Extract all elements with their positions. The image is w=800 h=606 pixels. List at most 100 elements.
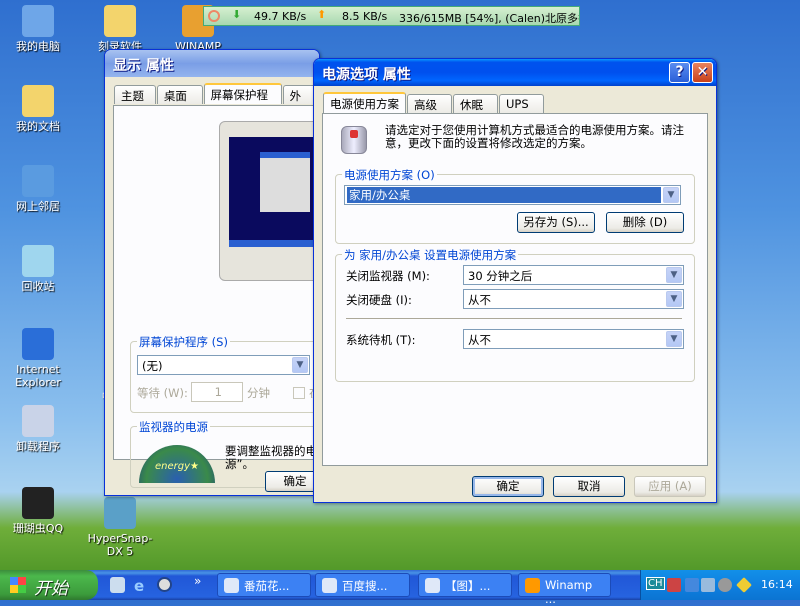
taskbar-item[interactable]: 【图】... (418, 573, 512, 597)
winamp-icon (525, 578, 540, 593)
display-properties-window: 显示 属性 主题 桌面 屏幕保护程序 外观 屏幕保护程序 (S) (无)▼ 等待… (104, 49, 330, 496)
windows-logo-icon (10, 577, 26, 593)
standby-label: 系统待机 (T): (346, 333, 416, 347)
desktop-icon-label: 网上邻居 (16, 200, 60, 213)
tab-theme[interactable]: 主题 (114, 85, 156, 104)
tab-advanced[interactable]: 高级 (407, 94, 452, 113)
screensaver-group-label: 屏幕保护程序 (S) (137, 334, 230, 350)
apply-button[interactable]: 应用 (A) (634, 476, 706, 497)
start-label: 开始 (34, 579, 68, 599)
monitor-power-group-label: 监视器的电源 (137, 419, 210, 435)
desktop-icon-label: HyperSnap-DX 5 (87, 532, 153, 558)
ie-icon[interactable]: e (134, 577, 144, 595)
desktop-icon-image (22, 487, 54, 519)
monitor-off-select[interactable]: 30 分钟之后 ▼ (463, 265, 684, 285)
download-speed: 49.7 KB/s (254, 10, 307, 23)
volume-icon[interactable] (718, 578, 732, 592)
close-button[interactable]: ✕ (692, 62, 713, 83)
desktop-icon-image (22, 405, 54, 437)
desktop-icon[interactable]: 卸载程序 (0, 405, 76, 453)
chevron-down-icon: ▼ (663, 187, 679, 203)
monitor-preview (219, 121, 319, 281)
network-monitor-bar[interactable]: ⬇ 49.7 KB/s ⬆ 8.5 KB/s 336/615MB [54%], … (203, 6, 580, 26)
tray-app-icon[interactable] (667, 578, 681, 592)
tray-warning-icon[interactable] (736, 577, 752, 593)
ime-indicator[interactable]: CH (646, 577, 665, 590)
system-tray: CH 16:14 (640, 570, 800, 600)
desktop-icon-image (22, 85, 54, 117)
settings-group-label: 为 家用/办公桌 设置电源使用方案 (342, 247, 519, 263)
tray-network-icon[interactable] (685, 578, 699, 592)
resume-checkbox[interactable] (293, 387, 305, 399)
tab-hibernate[interactable]: 休眠 (453, 94, 498, 113)
upload-speed: 8.5 KB/s (342, 10, 388, 23)
tab-ups[interactable]: UPS (499, 94, 544, 113)
desktop-icon[interactable]: 我的电脑 (0, 5, 76, 53)
screensaver-select[interactable]: (无) ▼ (137, 355, 310, 375)
title-bar[interactable]: 电源选项 属性 ? ✕ (314, 59, 716, 86)
taskbar: 开始 e » 番茄花... 百度搜... 【图】... Winamp ... C… (0, 570, 800, 606)
desktop-icon[interactable]: 网上邻居 (0, 165, 76, 213)
desktop-icon-label: 我的电脑 (16, 40, 60, 53)
help-button[interactable]: ? (669, 62, 690, 83)
standby-select[interactable]: 从不 ▼ (463, 329, 684, 349)
wait-stepper[interactable]: 1 (191, 382, 243, 402)
quicklaunch-more-button[interactable]: » (194, 574, 201, 588)
desktop-icon-label: 回收站 (21, 280, 55, 293)
monitor-power-text: 要调整监视器的电 源”。 (225, 445, 317, 471)
preview-window (260, 152, 310, 212)
cancel-button[interactable]: 取消 (553, 476, 625, 497)
divider (346, 318, 682, 319)
upload-arrow-icon: ⬆ (317, 8, 327, 21)
power-plug-icon (341, 126, 367, 154)
media-player-icon[interactable] (157, 577, 172, 592)
ie-icon (224, 578, 239, 593)
chevron-down-icon: ▼ (666, 291, 682, 307)
desktop-icon[interactable]: 我的文档 (0, 85, 76, 133)
chevron-down-icon: ▼ (666, 267, 682, 283)
window-title: 显示 属性 (113, 58, 174, 74)
preview-taskbar (229, 240, 319, 247)
save-as-button[interactable]: 另存为 (S)... (517, 212, 595, 233)
power-options-window: 电源选项 属性 ? ✕ 电源使用方案 高级 休眠 UPS 请选定对于您使用计算机… (313, 58, 717, 503)
memory-status: 336/615MB [54%], (Calen)北原多香子 (399, 12, 580, 25)
ie-icon (322, 578, 337, 593)
tab-desktop[interactable]: 桌面 (156, 85, 203, 104)
clock[interactable]: 16:14 (761, 578, 793, 591)
desktop-icon-image (104, 5, 136, 37)
taskbar-item[interactable]: Winamp ... (518, 573, 611, 606)
desktop-icon-image (104, 497, 136, 529)
taskbar-item[interactable]: 番茄花... (217, 573, 311, 597)
desktop-icon-image (22, 328, 54, 360)
tab-power-schemes[interactable]: 电源使用方案 (323, 92, 406, 113)
ie-icon (425, 578, 440, 593)
desktop-icon-label: 我的文档 (16, 120, 60, 133)
desktop-icon[interactable]: Internet Explorer (0, 328, 76, 389)
download-arrow-icon: ⬇ (232, 8, 242, 21)
desktop-icon[interactable]: 珊瑚虫QQ (0, 487, 76, 535)
wait-label: 等待 (W): (137, 386, 188, 400)
desktop-icon-label: 珊瑚虫QQ (12, 522, 64, 535)
start-button[interactable]: 开始 (0, 570, 98, 600)
ok-button[interactable]: 确定 (472, 476, 544, 497)
tab-screensaver[interactable]: 屏幕保护程序 (203, 83, 282, 118)
desktop-icon-image (22, 5, 54, 37)
show-desktop-icon[interactable] (110, 577, 125, 593)
power-scheme-select[interactable]: 家用/办公桌 ▼ (344, 185, 681, 205)
energy-star-logo: energy★ (139, 445, 215, 483)
hard-disk-off-select[interactable]: 从不 ▼ (463, 289, 684, 309)
desktop-icon[interactable]: 回收站 (0, 245, 76, 293)
delete-button[interactable]: 删除 (D) (606, 212, 684, 233)
title-bar[interactable]: 显示 属性 (105, 50, 319, 77)
taskbar-item[interactable]: 百度搜... (315, 573, 410, 597)
desktop-icon-image (22, 165, 54, 197)
desktop-icon-label: Internet Explorer (15, 363, 61, 389)
desktop-icon[interactable]: 刻录软件 (82, 5, 158, 53)
intro-text: 请选定对于您使用计算机方式最适合的电源使用方案。请注意，更改下面的设置将修改选定… (385, 123, 684, 150)
desktop-icon-label: 卸载程序 (16, 440, 60, 453)
desktop-icon[interactable]: HyperSnap-DX 5 (82, 497, 158, 558)
scheme-group-label: 电源使用方案 (O) (342, 167, 437, 183)
tray-display-icon[interactable] (701, 578, 715, 592)
desktop-icon-image (22, 245, 54, 277)
chevron-down-icon: ▼ (292, 357, 308, 373)
